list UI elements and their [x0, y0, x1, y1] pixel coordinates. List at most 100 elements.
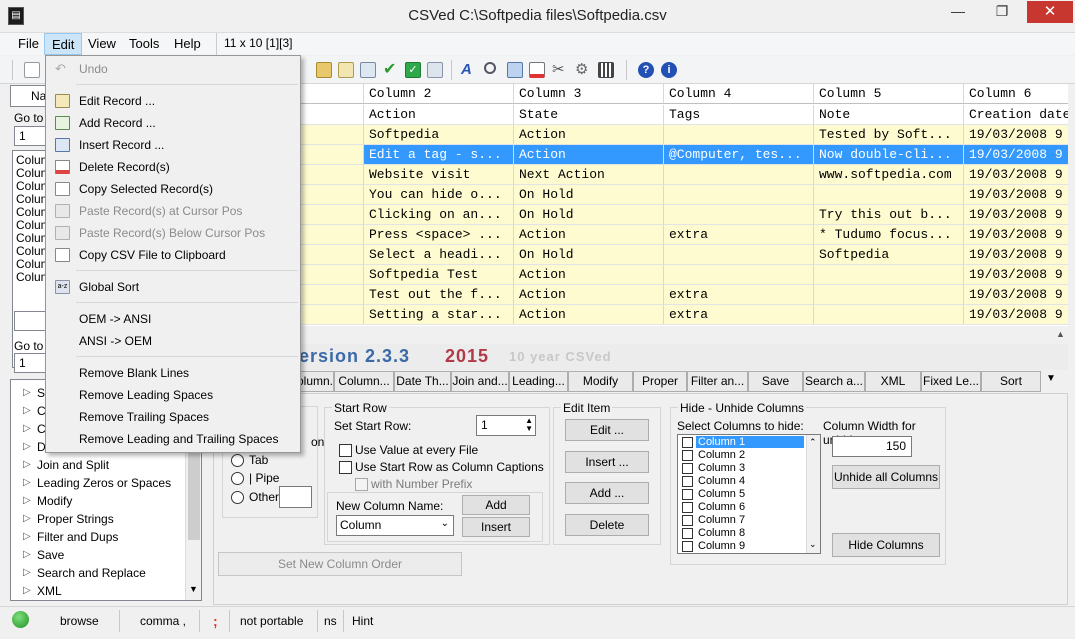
gear-icon[interactable]: ⚙ [575, 62, 591, 78]
hide-column-checkbox[interactable] [682, 502, 693, 513]
hide-column-checkbox[interactable] [682, 541, 693, 552]
expand-arrow-icon[interactable]: ▷ [23, 528, 31, 546]
grid-cell[interactable]: 19/03/2008 9 [964, 165, 1068, 185]
grid-cell[interactable] [664, 165, 814, 185]
hide-columns-button[interactable]: Hide Columns [832, 533, 940, 557]
col-width-input[interactable]: 150 [832, 436, 912, 457]
menu-ansi-oem[interactable]: ANSI -> OEM [48, 330, 298, 352]
grid-cell[interactable] [664, 125, 814, 145]
grid-cell[interactable]: Action [514, 285, 664, 305]
add-item-button[interactable]: Add ... [565, 482, 649, 504]
grid-cell[interactable]: @Computer, tes... [664, 145, 814, 165]
menu-help[interactable]: Help [167, 33, 208, 55]
menu-remove-trailing[interactable]: Remove Trailing Spaces [48, 406, 298, 428]
maximize-icon[interactable]: ❐ [985, 1, 1019, 23]
grid-cell[interactable]: www.softpedia.com [814, 165, 964, 185]
function-tab[interactable]: Filter an... [687, 371, 748, 392]
grid-cell[interactable]: 19/03/2008 9 [964, 265, 1068, 285]
grid-cell[interactable]: Now double-cli... [814, 145, 964, 165]
grid-cell[interactable]: Next Action [514, 165, 664, 185]
menu-view[interactable]: View [81, 33, 123, 55]
edit-record-icon[interactable] [338, 62, 354, 78]
grid-cell[interactable]: 19/03/2008 9 [964, 205, 1068, 225]
expand-arrow-icon[interactable]: ▷ [23, 438, 31, 456]
use-value-checkbox[interactable] [339, 444, 352, 457]
function-tab[interactable]: Join and... [451, 371, 509, 392]
expand-arrow-icon[interactable]: ▷ [23, 510, 31, 528]
convert-icon[interactable] [360, 62, 376, 78]
menu-oem-ansi[interactable]: OEM -> ANSI [48, 308, 298, 330]
expand-arrow-icon[interactable]: ▷ [23, 474, 31, 492]
accept-icon[interactable]: ✓ [405, 62, 421, 78]
function-tree-item[interactable]: Join and Split [37, 456, 109, 474]
function-tab[interactable]: Column... [334, 371, 394, 392]
close-icon[interactable]: ✕ [1027, 1, 1073, 23]
expand-arrow-icon[interactable]: ▷ [23, 456, 31, 474]
hide-column-checkbox[interactable] [682, 437, 693, 448]
grid-cell[interactable]: extra [664, 305, 814, 325]
menu-copy-selected[interactable]: Copy Selected Record(s) [48, 178, 298, 200]
grid-cell[interactable] [814, 265, 964, 285]
expand-arrow-icon[interactable]: ▷ [23, 582, 31, 600]
grid-cell[interactable]: Softpedia [364, 125, 514, 145]
expand-arrow-icon[interactable]: ▷ [23, 402, 31, 420]
grid-cell[interactable]: Try this out b... [814, 205, 964, 225]
grid-cell[interactable]: On Hold [514, 185, 664, 205]
hide-list-item[interactable]: Column 9 [680, 540, 804, 554]
menu-file[interactable]: File [11, 33, 46, 55]
grid-cell[interactable]: Softpedia [814, 245, 964, 265]
function-tab[interactable]: XML [865, 371, 921, 392]
start-row-spinner[interactable]: 1 ▲ ▼ [476, 415, 536, 436]
function-tab[interactable]: Modify [568, 371, 633, 392]
grid-cell[interactable] [814, 185, 964, 205]
menu-remove-lead-trail[interactable]: Remove Leading and Trailing Spaces [48, 428, 298, 450]
grid-cell[interactable] [664, 265, 814, 285]
search-icon[interactable] [484, 62, 496, 74]
column-header[interactable]: Column 2 [364, 84, 514, 104]
menu-edit-record[interactable]: Edit Record ... [48, 90, 298, 112]
menu-paste-below[interactable]: Paste Record(s) Below Cursor Pos [48, 222, 298, 244]
grid-cell[interactable]: On Hold [514, 245, 664, 265]
radio-pipe[interactable] [231, 472, 244, 485]
scroll-up-icon[interactable]: ⌃ [809, 437, 817, 448]
grid-cell[interactable]: 19/03/2008 9 [964, 285, 1068, 305]
menu-delete-records[interactable]: Delete Record(s) [48, 156, 298, 178]
scroll-down-icon[interactable]: ⌄ [809, 539, 817, 550]
hide-column-checkbox[interactable] [682, 476, 693, 487]
new-file-icon[interactable] [24, 62, 40, 78]
grid-cell[interactable]: 19/03/2008 9 [964, 225, 1068, 245]
column-header[interactable]: Column 4 [664, 84, 814, 104]
function-tree-item[interactable]: Leading Zeros or Spaces [37, 474, 171, 492]
function-tab[interactable]: Proper [633, 371, 687, 392]
grid-cell[interactable]: Edit a tag - s... [364, 145, 514, 165]
expand-arrow-icon[interactable]: ▷ [23, 384, 31, 402]
grid-cell[interactable]: 19/03/2008 9 [964, 185, 1068, 205]
columns-icon[interactable] [507, 62, 523, 78]
grid-cell[interactable]: 19/03/2008 9 [964, 145, 1068, 165]
menu-edit[interactable]: Edit [44, 33, 83, 55]
grid-cell[interactable]: Action [514, 225, 664, 245]
grid-cell[interactable]: Note [814, 105, 964, 125]
grid-cell[interactable] [814, 305, 964, 325]
number-prefix-checkbox[interactable] [355, 478, 368, 491]
grid-cell[interactable]: extra [664, 225, 814, 245]
function-tree-item[interactable]: Modify [37, 492, 72, 510]
tools-icon[interactable]: ✂ [552, 62, 568, 78]
grid-cell[interactable]: Action [514, 265, 664, 285]
spinner-arrows-icon[interactable]: ▲ ▼ [525, 417, 533, 433]
font-icon[interactable]: A [461, 62, 477, 78]
grid-cell[interactable]: Website visit [364, 165, 514, 185]
grid-cell[interactable]: Action [514, 145, 664, 165]
function-tree-item[interactable]: Proper Strings [37, 510, 114, 528]
grid-cell[interactable] [814, 285, 964, 305]
grid-cell[interactable]: State [514, 105, 664, 125]
function-tab[interactable]: olumn... [296, 371, 334, 392]
scroll-up-icon[interactable]: ▲ [1056, 329, 1065, 339]
grid-cell[interactable]: Action [514, 305, 664, 325]
menu-copy-csv[interactable]: Copy CSV File to Clipboard [48, 244, 298, 266]
grid-cell[interactable]: You can hide o... [364, 185, 514, 205]
grid-cell[interactable]: Creation date [964, 105, 1068, 125]
menu-global-sort[interactable]: a-z Global Sort [48, 276, 298, 298]
grid-cell[interactable]: extra [664, 285, 814, 305]
grid-cell[interactable]: * Tudumo focus... [814, 225, 964, 245]
